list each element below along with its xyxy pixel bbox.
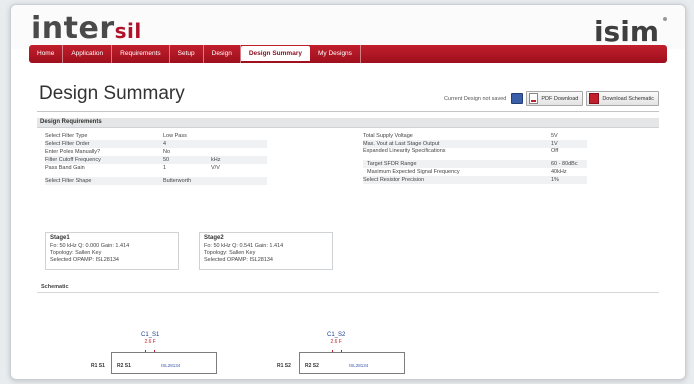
- req-unit: V/V: [211, 165, 220, 171]
- req-unit: [211, 148, 251, 156]
- stage-opamp: Selected OPAMP: ISL28134: [50, 257, 119, 263]
- requirements-left: Select Filter Type Low Pass Select Filte…: [45, 132, 267, 185]
- node-label: R2 S2: [305, 363, 319, 369]
- req-unit: [211, 177, 251, 185]
- main-content: Design Summary Current Design not saved …: [37, 77, 659, 379]
- schematic-label: Schematic: [41, 284, 69, 290]
- req-unit: [211, 140, 251, 148]
- nav-design-summary[interactable]: Design Summary: [240, 45, 310, 61]
- nav-home[interactable]: Home: [29, 45, 64, 63]
- title-actions: Current Design not saved PDF Download Do…: [444, 91, 659, 106]
- req-row: Select Resistor Precision 1%: [363, 176, 587, 184]
- capacitor-label: C1_S2 2.6 F: [327, 332, 345, 346]
- header: intersil isim: [11, 5, 685, 49]
- stage-opamp: Selected OPAMP: ISL28134: [204, 257, 273, 263]
- req-label: Filter Cutoff Frequency: [45, 157, 101, 163]
- requirements-header: Design Requirements: [37, 118, 659, 128]
- req-label: Pass Band Gain: [45, 165, 85, 171]
- app-window: intersil isim Home Application Requireme…: [10, 4, 686, 380]
- req-row: Enter Poles Manually? No: [45, 148, 267, 156]
- req-row: Select Filter Type Low Pass: [45, 132, 267, 140]
- opamp-link[interactable]: ISL28134: [161, 363, 180, 368]
- req-label: Enter Poles Manually?: [45, 149, 101, 155]
- req-label: Select Filter Shape: [45, 178, 92, 184]
- nav-requirements[interactable]: Requirements: [112, 45, 170, 63]
- stage-card: Stage1 Fo: 50 kHz Q: 0.000 Gain: 1.414 T…: [45, 232, 179, 270]
- requirements-section: Select Filter Type Low Pass Select Filte…: [37, 128, 659, 232]
- req-row: Select Filter Shape Butterworth: [45, 177, 267, 185]
- stages-section: Stage1 Fo: 50 kHz Q: 0.000 Gain: 1.414 T…: [37, 232, 659, 278]
- stage-params: Fo: 50 kHz Q: 0.541 Gain: 1.414: [204, 243, 284, 249]
- stage-title: Stage1: [50, 235, 70, 241]
- stage-title: Stage2: [204, 235, 224, 241]
- req-value: 40kHz: [551, 169, 567, 175]
- req-label: Target SFDR Range: [367, 161, 417, 167]
- req-label: Select Filter Order: [45, 141, 90, 147]
- download-schematic-button[interactable]: Download Schematic: [586, 91, 659, 106]
- req-unit: [211, 132, 251, 140]
- capacitor-name: C1_S2: [327, 332, 346, 338]
- req-row: Max. Vout at Last Stage Output 1V: [363, 140, 587, 148]
- req-value: 5V: [551, 133, 558, 139]
- stage-topology: Topology: Sallen Key: [204, 250, 256, 256]
- intersil-logo[interactable]: intersil: [31, 11, 142, 46]
- download-schematic-label: Download Schematic: [602, 95, 654, 102]
- req-label: Expanded Linearity Specifications: [363, 148, 446, 154]
- stage-card: Stage2 Fo: 50 kHz Q: 0.541 Gain: 1.414 T…: [199, 232, 333, 270]
- req-row: Expanded Linearity Specifications Off: [363, 148, 587, 160]
- capacitor-value: 2.6 F: [330, 339, 342, 345]
- node-label: R1 S1: [91, 363, 105, 369]
- schematic-icon: [589, 93, 600, 104]
- req-value: 1V: [551, 141, 558, 147]
- req-label: Max. Vout at Last Stage Output: [363, 141, 440, 147]
- pdf-download-button[interactable]: PDF Download: [526, 91, 584, 106]
- req-unit: kHz: [211, 157, 221, 163]
- node-label: R2 S1: [117, 363, 131, 369]
- req-value: 1: [163, 165, 167, 171]
- req-value: Low Pass: [163, 133, 187, 139]
- req-value: 4: [163, 141, 167, 147]
- save-icon[interactable]: [511, 93, 524, 104]
- req-value: 50: [163, 157, 170, 163]
- capacitor-name: C1_S1: [141, 332, 160, 338]
- req-row: Pass Band Gain 1 V/V: [45, 164, 267, 172]
- title-row: Design Summary Current Design not saved …: [37, 77, 659, 112]
- logo-sub: sil: [114, 19, 142, 43]
- req-row: Maximum Expected Signal Frequency 40kHz: [363, 168, 587, 176]
- req-label: Select Resistor Precision: [363, 177, 425, 183]
- req-value: Butterworth: [163, 178, 192, 184]
- main-nav: Home Application Requirements Setup Desi…: [29, 45, 667, 63]
- req-label: Maximum Expected Signal Frequency: [367, 169, 460, 175]
- req-value: 60 - 80dBc: [551, 161, 578, 167]
- logo-dot-icon: [663, 17, 667, 21]
- nav-setup[interactable]: Setup: [170, 45, 204, 63]
- isim-logo: isim: [593, 15, 659, 48]
- node-label: R1 S2: [277, 363, 291, 369]
- req-label: Select Filter Type: [45, 133, 88, 139]
- req-row: Target SFDR Range 60 - 80dBc: [363, 160, 587, 168]
- req-row: Select Filter Order 4: [45, 140, 267, 148]
- capacitor-label: C1_S1 2.6 F: [141, 332, 159, 346]
- page-title: Design Summary: [39, 83, 185, 104]
- req-row: Total Supply Voltage 5V: [363, 132, 587, 140]
- save-status: Current Design not saved: [443, 95, 507, 102]
- requirements-right: Total Supply Voltage 5V Max. Vout at Las…: [363, 132, 587, 184]
- req-value: Off: [551, 148, 559, 154]
- nav-application[interactable]: Application: [63, 45, 113, 63]
- stage-params: Fo: 50 kHz Q: 0.000 Gain: 1.414: [50, 243, 130, 249]
- req-value: 1%: [551, 177, 559, 183]
- capacitor-value: 2.6 F: [144, 339, 156, 345]
- schematic-section: Schematic C1_S1 2.6 F R1 S1 R2 S1 ISL281…: [37, 278, 659, 379]
- nav-my-designs[interactable]: My Designs: [310, 45, 361, 63]
- divider: [37, 292, 659, 293]
- pdf-icon: [529, 93, 539, 104]
- req-label: Total Supply Voltage: [363, 133, 413, 139]
- opamp-link[interactable]: ISL28134: [349, 363, 368, 368]
- stage-topology: Topology: Sallen Key: [50, 250, 102, 256]
- nav-design[interactable]: Design: [204, 45, 241, 63]
- logo-main: inter: [31, 11, 115, 46]
- req-value: No: [163, 149, 171, 155]
- pdf-download-label: PDF Download: [541, 95, 579, 102]
- req-row: Filter Cutoff Frequency 50 kHz: [45, 156, 267, 164]
